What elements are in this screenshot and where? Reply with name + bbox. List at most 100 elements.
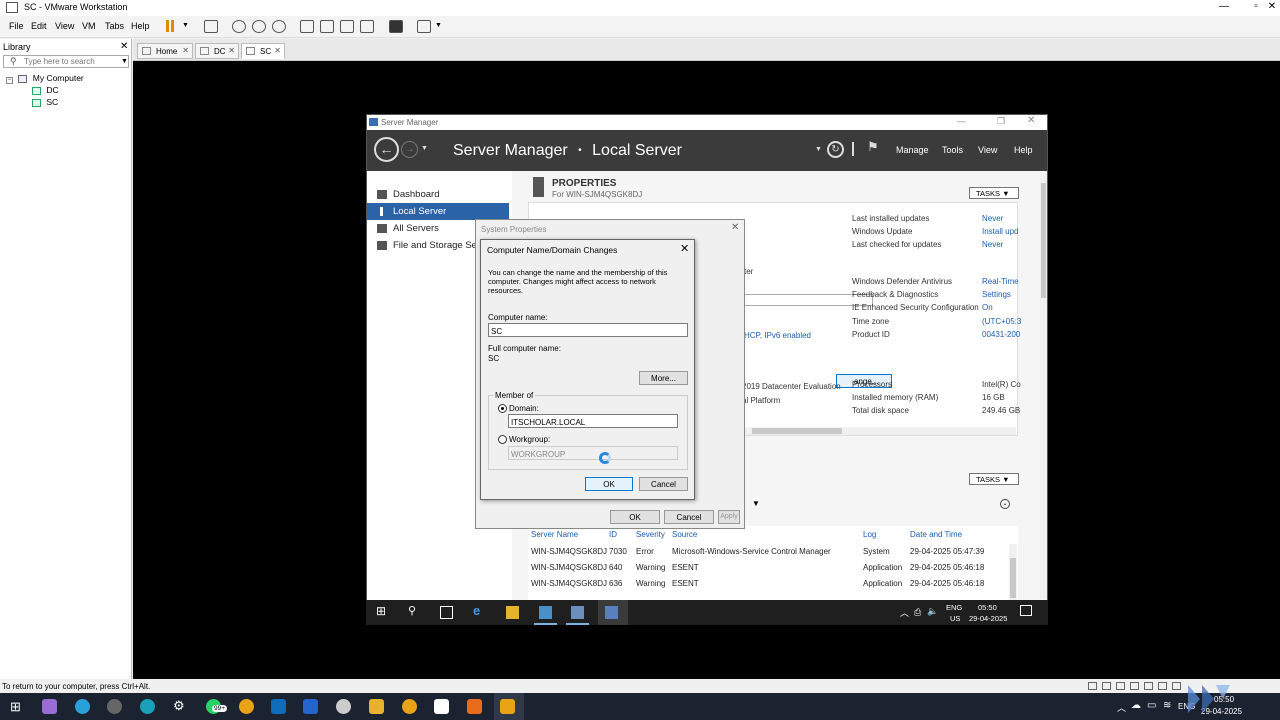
tray-time[interactable]: 05:50 [978,603,997,612]
edge-icon[interactable] [140,699,155,714]
chevron-down-icon[interactable]: ▼ [435,22,442,29]
unity-icon[interactable] [360,20,374,33]
windows-start-icon[interactable]: ⊞ [10,699,21,715]
tab-home[interactable]: Home ✕ [137,43,193,59]
table-row[interactable]: WIN-SJM4QSGK8DJ 640 Warning ESENT Applic… [528,563,1008,577]
battery-icon[interactable]: ▭ [1147,700,1156,711]
chevron-down-icon[interactable]: ▼ [752,499,760,508]
app-icon[interactable] [336,699,351,714]
menu-tools[interactable]: Tools [942,145,963,155]
task-view-icon[interactable] [440,606,453,619]
settings-gear-icon[interactable]: ⚙ [173,698,185,714]
revert-snapshot-icon[interactable] [252,20,266,33]
pause-icon[interactable] [166,20,169,32]
chrome-icon[interactable] [239,699,254,714]
tray-chevron-icon[interactable]: ︿ [900,606,909,619]
app-icon[interactable] [42,699,57,714]
chevron-down-icon[interactable]: ▼ [421,145,428,152]
menu-edit[interactable]: Edit [31,21,47,31]
menu-help[interactable]: Help [1014,145,1033,155]
workgroup-radio[interactable] [498,435,507,444]
col-header[interactable]: Date and Time [910,530,962,539]
chevron-down-icon[interactable]: ▼ [121,58,128,65]
tray-date[interactable]: 29-04-2025 [969,614,1007,623]
more-button[interactable]: More... [639,371,688,385]
nav-local-server[interactable]: Local Server [367,203,509,220]
menu-help[interactable]: Help [131,21,150,31]
library-search-input[interactable] [24,57,124,66]
send-keys-icon[interactable] [204,20,218,33]
table-row[interactable]: WIN-SJM4QSGK8DJ 636 Warning ESENT Applic… [528,579,1008,593]
chrome-icon[interactable] [402,699,417,714]
tree-item-dc[interactable]: DC [6,85,84,97]
prop-value[interactable]: Real-Time [982,277,1019,286]
ok-button[interactable]: OK [585,477,633,491]
refresh-icon[interactable]: ↻ [827,141,844,158]
tree-item-my-computer[interactable]: − My Computer [6,73,84,85]
col-header[interactable]: Severity [636,530,665,539]
device-icon[interactable] [1088,682,1097,690]
windows-start-icon[interactable]: ⊞ [376,604,389,618]
snapshot-manager-icon[interactable] [272,20,286,33]
close-button[interactable]: ✕ [1262,1,1280,12]
tray-region[interactable]: US [950,614,960,623]
device-icon[interactable] [1130,682,1139,690]
close-icon[interactable]: ✕ [680,242,689,255]
close-icon[interactable]: ✕ [731,222,739,233]
fullscreen-icon[interactable] [340,20,354,33]
back-arrow-icon[interactable]: ← [374,137,399,162]
tasks-button[interactable]: TASKS ▼ [969,187,1019,199]
todo-icon[interactable] [303,699,318,714]
menu-file[interactable]: File [9,21,24,31]
device-icon[interactable] [1158,682,1167,690]
prop-value[interactable]: 00431-200 [982,330,1020,339]
vertical-scrollbar[interactable] [1040,173,1047,598]
forward-arrow-icon[interactable]: → [401,141,418,158]
col-header[interactable]: Source [672,530,697,539]
telegram-icon[interactable] [75,699,90,714]
device-icon[interactable] [1144,682,1153,690]
minimize-button[interactable]: — [957,116,966,126]
computer-name-input[interactable] [488,323,688,337]
expand-icon[interactable]: ⌄ [1000,499,1010,509]
events-tasks-button[interactable]: TASKS ▼ [969,473,1019,485]
close-button[interactable]: ✕ [1027,115,1035,126]
wifi-icon[interactable]: ≋ [1163,700,1171,711]
nav-dashboard[interactable]: Dashboard [367,186,509,203]
device-icon[interactable] [1102,682,1111,690]
vmware-taskbar-icon[interactable] [500,699,515,714]
horizontal-scrollbar[interactable] [744,427,1016,435]
chevron-down-icon[interactable]: ▼ [815,146,822,153]
sysprop-ok-button[interactable]: OK [610,510,660,524]
close-tab-icon[interactable]: ✕ [228,46,235,55]
domain-radio[interactable] [498,404,507,413]
snapshot-icon[interactable] [232,20,246,33]
collapse-icon[interactable]: − [6,77,13,84]
search-icon[interactable]: ⚲ [408,604,421,617]
menu-tabs[interactable]: Tabs [105,21,124,31]
network-icon[interactable]: ⎙ [914,607,921,618]
outlook-icon[interactable] [271,699,286,714]
prop-value[interactable]: Install upd [982,227,1018,236]
tab-dc[interactable]: DC ✕ [195,43,239,59]
console-icon[interactable] [389,20,403,33]
notepad-icon[interactable] [434,699,449,714]
tray-lang[interactable]: ENG [946,603,962,612]
menu-manage[interactable]: Manage [896,145,929,155]
system-properties-taskbar-icon[interactable] [605,606,618,619]
volume-icon[interactable]: 🔈 [927,606,938,617]
library-toggle-icon[interactable] [300,20,314,33]
file-explorer-icon[interactable] [369,699,384,714]
prop-value[interactable]: On [982,303,993,312]
tree-item-sc[interactable]: SC [6,97,84,109]
flag-icon[interactable]: ⚑ [867,139,879,155]
internet-explorer-icon[interactable]: e [473,603,486,618]
domain-input[interactable] [508,414,678,428]
prop-value[interactable]: Settings [982,290,1011,299]
stretch-icon[interactable] [417,20,431,33]
col-header[interactable]: ID [609,530,617,539]
thumbnail-icon[interactable] [320,20,334,33]
device-icon[interactable] [1172,682,1181,690]
server-manager-taskbar-icon[interactable] [539,606,552,619]
file-explorer-icon[interactable] [506,606,519,619]
